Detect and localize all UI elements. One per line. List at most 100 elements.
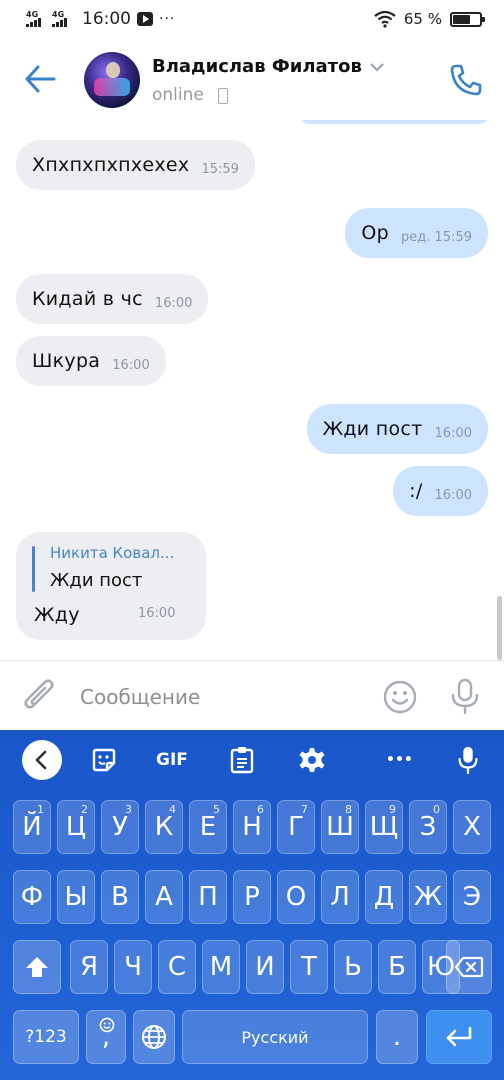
space-key[interactable]: Русский (182, 1010, 368, 1064)
settings-gear-icon[interactable] (298, 746, 326, 774)
clipboard-icon[interactable] (230, 746, 254, 774)
message-text: Хпхпхпхпхехех (32, 154, 190, 176)
attach-icon[interactable] (22, 677, 56, 715)
message-text: Жди пост (322, 418, 423, 440)
message-bubble-reply[interactable]: Никита Ковал... Жди пост Жду 16:00 (16, 532, 206, 640)
status-right: 65 % (374, 10, 485, 28)
key-Н[interactable]: Н6 (233, 800, 271, 854)
enter-key[interactable] (426, 1010, 492, 1064)
message-time: 16:00 (138, 606, 176, 621)
back-arrow-icon[interactable] (24, 64, 56, 94)
key-П[interactable]: П (189, 870, 227, 924)
wifi-icon (374, 10, 396, 28)
avatar[interactable] (84, 52, 140, 108)
key-Ф[interactable]: Ф (13, 870, 51, 924)
gif-button[interactable]: GIF (156, 746, 188, 774)
battery-percent: 65 % (403, 10, 442, 28)
key-label: Д (373, 882, 395, 912)
message-bubble-outgoing[interactable]: :/ 16:00 (393, 466, 488, 516)
key-label: Й (22, 812, 42, 842)
key-label: Н (242, 812, 262, 842)
key-З[interactable]: З0 (409, 800, 447, 854)
key-label: Ф (20, 882, 44, 912)
key-label: У (112, 812, 128, 842)
key-label: Э (462, 882, 482, 912)
phone-call-icon[interactable] (448, 62, 484, 98)
key-label: ?123 (25, 1027, 67, 1047)
message-bubble-outgoing[interactable]: Жди пост 16:00 (306, 404, 488, 454)
microphone-icon[interactable] (448, 678, 482, 716)
key-Ь[interactable]: Ь (334, 940, 372, 994)
message-bubble-incoming[interactable]: Хпхпхпхпхехех 15:59 (16, 140, 255, 190)
period-key[interactable]: . (376, 1010, 418, 1064)
key-label: Ч (124, 952, 142, 982)
youtube-icon (137, 12, 153, 26)
message-time: 16:00 (112, 357, 150, 373)
language-key[interactable] (133, 1010, 175, 1064)
chevron-down-icon[interactable] (370, 62, 384, 72)
message-time: 16:00 (434, 487, 472, 503)
key-О[interactable]: О (277, 870, 315, 924)
message-bubble-outgoing[interactable]: Ор ред. 15:59 (345, 208, 488, 258)
key-Ч[interactable]: Ч (114, 940, 152, 994)
key-Я[interactable]: Я (70, 940, 108, 994)
emoji-small-icon (99, 1017, 115, 1033)
key-label: . (392, 1022, 402, 1052)
key-К[interactable]: К4 (145, 800, 183, 854)
key-Ш[interactable]: Ш8 (321, 800, 359, 854)
emoji-icon[interactable] (382, 679, 418, 715)
sticker-icon[interactable] (90, 746, 118, 774)
key-label: К (154, 812, 174, 842)
key-hint: 5 (213, 803, 220, 816)
key-Г[interactable]: Г7 (277, 800, 315, 854)
key-У[interactable]: У3 (101, 800, 139, 854)
key-Л[interactable]: Л (321, 870, 359, 924)
message-list[interactable]: Хпхпхпхпхехех 15:59 Ор ред. 15:59 Кидай … (0, 120, 504, 660)
key-С[interactable]: С (158, 940, 196, 994)
clock: 16:00 (82, 9, 131, 29)
message-bubble-incoming[interactable]: Кидай в чс 16:00 (16, 274, 209, 324)
key-Ы[interactable]: Ы (57, 870, 95, 924)
contact-name[interactable]: Владислав Филатов (152, 56, 362, 77)
key-label: Ж (413, 882, 442, 912)
voice-input-icon[interactable] (456, 746, 480, 774)
message-bubble-incoming[interactable]: Шкура 16:00 (16, 336, 166, 386)
key-hint: 9 (389, 803, 396, 816)
key-label: С (167, 952, 187, 982)
key-Щ[interactable]: Щ9 (365, 800, 403, 854)
scrollbar[interactable] (497, 596, 502, 660)
key-М[interactable]: М (202, 940, 240, 994)
message-input[interactable] (80, 681, 370, 713)
keyboard-collapse-button[interactable] (22, 740, 62, 780)
key-Х[interactable]: Х (453, 800, 491, 854)
enter-icon (446, 1026, 472, 1047)
more-options-button[interactable]: ••• (386, 746, 413, 774)
key-А[interactable]: А (145, 870, 183, 924)
key-Т[interactable]: Т (290, 940, 328, 994)
key-label: З (419, 812, 437, 842)
symbols-key[interactable]: ?123 (13, 1010, 79, 1064)
status-bar: 4G 4G 16:00 ··· 65 % (0, 0, 504, 38)
key-hint: 1 (37, 803, 44, 816)
key-label: Р (244, 882, 260, 912)
message-time: 16:00 (434, 425, 472, 441)
shift-key[interactable] (13, 940, 61, 994)
key-hint: 0 (433, 803, 440, 816)
key-Й[interactable]: Й1 (13, 800, 51, 854)
key-В[interactable]: В (101, 870, 139, 924)
key-label: О (285, 882, 307, 912)
emoji-comma-key[interactable]: , (86, 1010, 126, 1064)
key-Е[interactable]: Е5 (189, 800, 227, 854)
key-И[interactable]: И (246, 940, 284, 994)
key-label: Т (301, 952, 317, 982)
key-Р[interactable]: Р (233, 870, 271, 924)
key-Б[interactable]: Б (378, 940, 416, 994)
message-time: 15:59 (201, 161, 239, 177)
key-Д[interactable]: Д (365, 870, 403, 924)
key-Ц[interactable]: Ц2 (57, 800, 95, 854)
shift-icon (26, 957, 48, 977)
keyboard-toolbar: GIF ••• (0, 730, 504, 790)
key-Э[interactable]: Э (453, 870, 491, 924)
backspace-key[interactable] (446, 940, 492, 994)
key-Ж[interactable]: Ж (409, 870, 447, 924)
